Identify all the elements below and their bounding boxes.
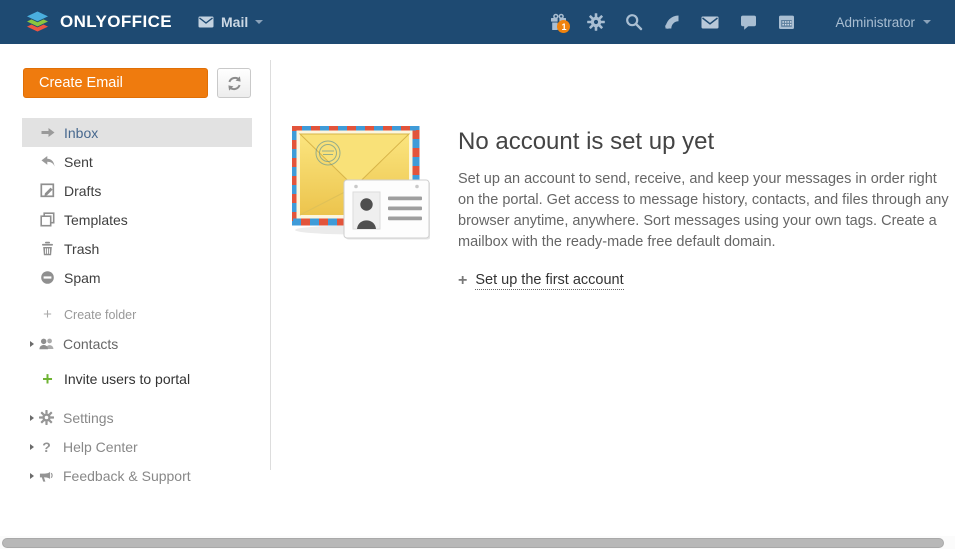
sidebar-item-label: Settings — [63, 410, 114, 426]
sidebar-item-label: Drafts — [64, 183, 101, 199]
sidebar-item-trash[interactable]: Trash — [22, 234, 252, 263]
invite-users-label: Invite users to portal — [64, 371, 190, 387]
folder-list: Inbox Sent Drafts Tem — [0, 118, 270, 490]
whats-new-button[interactable]: 1 — [539, 7, 577, 37]
sidebar-divider — [270, 60, 271, 470]
sidebar-item-sent[interactable]: Sent — [22, 147, 252, 176]
templates-icon — [40, 212, 55, 227]
gift-badge: 1 — [557, 20, 570, 33]
page-title: No account is set up yet — [458, 128, 950, 156]
onlyoffice-logo-icon — [24, 11, 51, 34]
sidebar-item-inbox[interactable]: Inbox — [22, 118, 252, 147]
create-folder-label: Create folder — [64, 308, 136, 322]
plus-icon: + — [40, 306, 55, 323]
drafts-icon — [40, 183, 55, 198]
chevron-down-icon — [255, 20, 263, 24]
expand-caret-icon[interactable] — [30, 444, 34, 450]
invite-users-link[interactable]: + Invite users to portal — [22, 364, 252, 393]
sidebar-item-label: Feedback & Support — [63, 468, 191, 484]
sidebar-item-spam[interactable]: Spam — [22, 263, 252, 292]
search-icon — [625, 13, 643, 31]
portal-settings-button[interactable] — [577, 7, 615, 37]
gear-icon — [587, 13, 605, 31]
talk-button[interactable] — [729, 7, 767, 37]
sidebar-item-label: Templates — [64, 212, 128, 228]
gear-icon — [39, 410, 54, 425]
chevron-down-icon — [923, 20, 931, 24]
sidebar-item-label: Help Center — [63, 439, 138, 455]
sidebar-item-label: Trash — [64, 241, 99, 257]
sidebar-item-label: Sent — [64, 154, 93, 170]
scrollbar-thumb[interactable] — [2, 538, 944, 548]
user-name: Administrator — [835, 15, 915, 30]
expand-caret-icon[interactable] — [30, 415, 34, 421]
expand-caret-icon[interactable] — [30, 473, 34, 479]
brand-text: ONLYOFFICE — [60, 12, 172, 32]
trash-icon — [40, 241, 55, 256]
page-description: Set up an account to send, receive, and … — [458, 169, 950, 253]
sidebar-item-feedback-support[interactable]: Feedback & Support — [22, 461, 252, 490]
chat-icon — [740, 14, 757, 30]
create-email-button[interactable]: Create Email — [23, 68, 208, 98]
sidebar-item-settings[interactable]: Settings — [22, 403, 252, 432]
plus-icon: + — [458, 273, 467, 289]
setup-first-account-link[interactable]: Set up the first account — [475, 272, 623, 290]
expand-caret-icon[interactable] — [30, 341, 34, 347]
topbar: ONLYOFFICE Mail 1 — [0, 0, 955, 44]
sidebar: Create Email Inbox Sent — [0, 44, 270, 549]
megaphone-icon — [39, 469, 54, 483]
question-icon: ? — [39, 439, 54, 455]
feed-icon — [663, 13, 681, 31]
setup-account-row[interactable]: + Set up the first account — [458, 272, 950, 290]
create-folder-button[interactable]: + Create folder — [22, 300, 252, 329]
sidebar-item-label: Contacts — [63, 336, 118, 352]
empty-state-panel: No account is set up yet Set up an accou… — [292, 126, 950, 290]
contacts-icon — [39, 337, 54, 350]
calendar-button[interactable] — [767, 7, 805, 37]
sidebar-item-drafts[interactable]: Drafts — [22, 176, 252, 205]
sidebar-item-label: Inbox — [64, 125, 98, 141]
refresh-button[interactable] — [217, 68, 251, 98]
mail-icon — [701, 16, 719, 29]
mail-illustration — [292, 126, 430, 290]
user-menu[interactable]: Administrator — [835, 15, 931, 30]
mail-module-icon — [198, 16, 214, 28]
mail-button[interactable] — [691, 7, 729, 37]
refresh-icon — [226, 75, 243, 92]
invite-plus-icon: + — [40, 370, 55, 388]
horizontal-scrollbar — [0, 536, 955, 549]
feed-button[interactable] — [653, 7, 691, 37]
sidebar-item-label: Spam — [64, 270, 101, 286]
sent-arrow-icon — [40, 156, 55, 167]
sidebar-item-help-center[interactable]: ? Help Center — [22, 432, 252, 461]
calendar-icon — [778, 14, 795, 30]
sidebar-item-templates[interactable]: Templates — [22, 205, 252, 234]
spam-icon — [40, 270, 55, 285]
module-selector-mail[interactable]: Mail — [198, 14, 263, 30]
search-button[interactable] — [615, 7, 653, 37]
onlyoffice-logo[interactable]: ONLYOFFICE — [24, 11, 172, 34]
module-label: Mail — [221, 14, 248, 30]
inbox-arrow-icon — [40, 127, 55, 138]
sidebar-item-contacts[interactable]: Contacts — [22, 329, 252, 358]
topbar-actions: 1 — [539, 7, 931, 37]
